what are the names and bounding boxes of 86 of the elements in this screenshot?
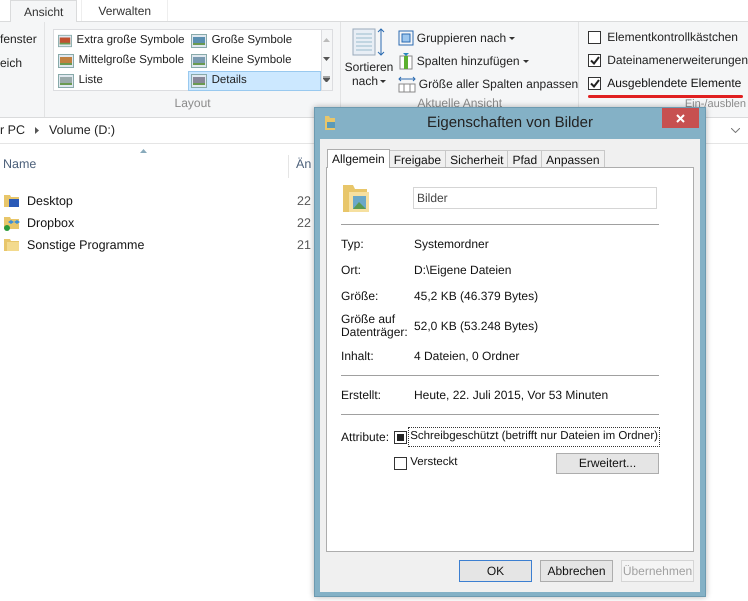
columns-icon [398, 52, 414, 70]
caret-icon [380, 80, 386, 82]
property-label: Größe: [341, 290, 380, 302]
close-icon [676, 114, 685, 122]
advanced-button[interactable]: Erweitert... [556, 452, 659, 474]
breadcrumb[interactable]: Volume (D:) [49, 121, 115, 140]
group-label: Aktuelle Ansicht [416, 95, 504, 112]
fit-columns-icon [398, 76, 416, 92]
checkbox[interactable] [588, 30, 602, 44]
view-icon [58, 74, 74, 88]
property-value: Heute, 22. Juli 2015, Vor 53 Minuten [414, 387, 608, 404]
property-value: 4 Dateien, 0 Ordner [414, 348, 520, 365]
property-label: Ort: [341, 264, 362, 276]
property-value: 45,2 KB (46.379 Bytes) [414, 288, 538, 305]
property-label: Attribute: [341, 429, 390, 446]
gallery-item[interactable]: Extra große Symbole [54, 31, 188, 51]
view-icon [190, 74, 207, 88]
view-icon [190, 34, 207, 48]
dialog-button[interactable]: OK [459, 560, 532, 582]
ribbon-command[interactable]: eich [0, 54, 44, 72]
ribbon-command[interactable]: Größe aller Spalten anpassen [398, 74, 578, 94]
chevron-icon [35, 127, 39, 134]
view-icon [58, 34, 72, 48]
gallery-item[interactable]: Große Symbole [188, 31, 321, 51]
dialog-tab[interactable]: Sicherheit [445, 150, 508, 167]
column-header[interactable]: Än [289, 155, 312, 178]
property-label: Typ: [341, 238, 365, 250]
table-cell-text: 22 [297, 214, 311, 232]
ribbon-command[interactable]: Spalten hinzufügen [398, 51, 578, 71]
sort-button[interactable]: Sortieren nach [344, 28, 394, 94]
sort-up-icon [140, 149, 147, 154]
breadcrumb[interactable]: r PC [0, 121, 25, 140]
checkbox-label[interactable]: Ausgeblendete Elemente [607, 74, 742, 92]
view-icon [58, 54, 74, 68]
caret-icon [509, 36, 516, 40]
dialog-tab[interactable]: Anpassen [541, 150, 605, 167]
sort-icon [352, 28, 386, 58]
group-label: Layout [174, 95, 211, 112]
desktop-folder-icon [3, 193, 21, 209]
table-cell-text: 21 [297, 236, 311, 254]
close-button[interactable] [662, 108, 699, 128]
checkbox-label[interactable]: Dateinamenerweiterungen [607, 51, 748, 69]
property-label: Inhalt: [341, 350, 375, 362]
view-icon [190, 54, 207, 68]
gallery-item[interactable]: Details [188, 71, 321, 91]
checkbox-label[interactable]: Versteckt [409, 454, 459, 472]
name-field[interactable]: Bilder [413, 187, 657, 209]
dropbox-folder-icon [3, 215, 21, 231]
expand-gallery-icon[interactable] [323, 76, 330, 82]
property-value: 52,0 KB (53.248 Bytes) [414, 318, 538, 335]
property-label: Größe auf Datenträger: [341, 313, 409, 339]
scroll-down-icon[interactable] [323, 56, 330, 61]
file-name[interactable]: Dropbox [27, 214, 74, 232]
gallery-item[interactable]: Mittelgroße Symbole [54, 51, 188, 71]
dialog-tab[interactable]: Pfad [507, 150, 542, 167]
property-label: Erstellt: [341, 388, 382, 402]
dropdown-chevron-icon [731, 128, 740, 133]
checkbox[interactable] [588, 76, 602, 90]
file-name[interactable]: Sonstige Programme [27, 236, 144, 254]
ribbon-tab[interactable]: Ansicht [10, 0, 78, 22]
window-title: Eigenschaften von Bilder [427, 113, 593, 134]
gallery-item[interactable]: Kleine Symbole [188, 51, 321, 71]
group-label: Ein-/ausblen [684, 99, 747, 110]
gallery-item[interactable]: Liste [54, 71, 188, 91]
file-name[interactable]: Desktop [27, 192, 73, 210]
checkbox-label[interactable]: Elementkontrollkästchen [607, 28, 738, 46]
column-header[interactable]: Name [3, 157, 36, 172]
picture-folder-icon [341, 182, 371, 214]
table-cell-text: 22 [297, 192, 311, 210]
dialog-tab[interactable]: Allgemein [327, 149, 390, 168]
checkbox[interactable] [394, 456, 408, 470]
caret-icon [522, 60, 529, 62]
folder-icon [324, 115, 336, 131]
gallery-scrollbar[interactable] [320, 30, 332, 90]
ribbon-command[interactable]: Gruppieren nach [398, 28, 578, 48]
group-icon [398, 30, 414, 46]
checkbox[interactable] [394, 430, 408, 444]
dialog-tab[interactable]: Freigabe [388, 150, 446, 167]
ribbon-command[interactable]: fenster [0, 30, 44, 48]
ribbon-tab[interactable]: Verwalten [81, 0, 168, 21]
property-value: Systemordner [414, 236, 489, 253]
property-value: D:\Eigene Dateien [414, 262, 512, 279]
folder-icon [3, 237, 21, 253]
dialog-button[interactable]: Abbrechen [540, 560, 613, 582]
checkbox-label[interactable]: Schreibgeschützt (betrifft nur Dateien im Ordner) [409, 428, 659, 446]
checkbox[interactable] [588, 54, 602, 66]
